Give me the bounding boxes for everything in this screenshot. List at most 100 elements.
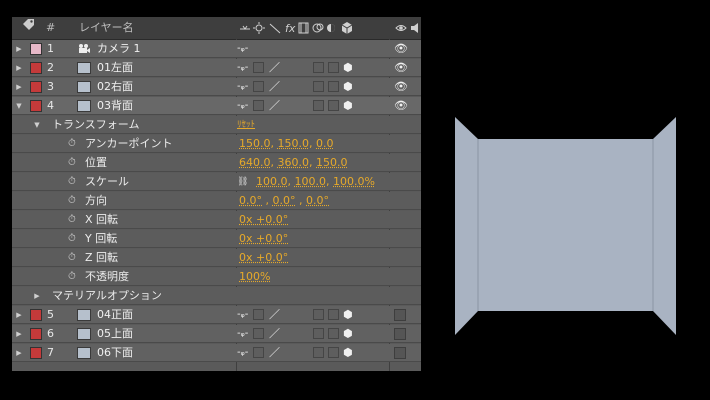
shy-switch-icon[interactable]: -ᵩ- bbox=[237, 325, 251, 343]
layer-name[interactable]: 02右面 bbox=[97, 78, 237, 96]
label-color-swatch[interactable] bbox=[30, 100, 42, 112]
transform-property-row[interactable]: ⏱ 方向 0.0° , 0.0° , 0.0° bbox=[12, 192, 421, 210]
property-value[interactable]: 0.0° , 0.0° , 0.0° bbox=[239, 192, 414, 210]
quality-pen-icon[interactable]: ／ bbox=[269, 78, 283, 96]
stopwatch-icon[interactable]: ⏱ bbox=[68, 268, 80, 286]
collapse-switch[interactable] bbox=[253, 81, 264, 92]
adjustment-switch[interactable] bbox=[328, 328, 339, 339]
motion-blur-switch[interactable] bbox=[313, 328, 324, 339]
quality-pen-icon[interactable]: ／ bbox=[269, 325, 283, 343]
layer-row[interactable]: ▼ 4 03背面 -ᵩ- ／ ⬢ 👁 bbox=[12, 97, 421, 115]
label-color-swatch[interactable] bbox=[30, 328, 42, 340]
expand-triangle-icon[interactable]: ▶ bbox=[14, 306, 24, 324]
collapse-triangle-icon[interactable]: ▼ bbox=[14, 97, 24, 115]
value-scrubber[interactable]: 0.0° bbox=[306, 194, 329, 207]
motion-blur-switch[interactable] bbox=[313, 81, 324, 92]
property-value[interactable]: 100% bbox=[239, 268, 414, 286]
value-scrubber[interactable]: 100.0 bbox=[295, 175, 327, 188]
expand-triangle-icon[interactable]: ▶ bbox=[14, 78, 24, 96]
collapse-switch[interactable] bbox=[253, 62, 264, 73]
reset-link[interactable]: ﾘｾｯﾄ bbox=[237, 116, 297, 134]
stopwatch-icon[interactable]: ⏱ bbox=[68, 230, 80, 248]
label-color-swatch[interactable] bbox=[30, 81, 42, 93]
stopwatch-icon[interactable]: ⏱ bbox=[68, 249, 80, 267]
quality-pen-icon[interactable]: ／ bbox=[269, 97, 283, 115]
transform-property-row[interactable]: ⏱ 不透明度 100% bbox=[12, 268, 421, 286]
motion-blur-switch[interactable] bbox=[313, 62, 324, 73]
visibility-eye-icon[interactable]: 👁 bbox=[394, 59, 408, 77]
stopwatch-icon[interactable]: ⏱ bbox=[68, 173, 80, 191]
layer-row[interactable]: ▶ 7 06下面 -ᵩ- ／ ⬢ bbox=[12, 344, 421, 362]
adjustment-switch[interactable] bbox=[328, 100, 339, 111]
shy-switch-icon[interactable]: -ᵩ- bbox=[237, 306, 251, 324]
value-scrubber[interactable]: 100.0% bbox=[333, 175, 375, 188]
3d-layer-icon[interactable]: ⬢ bbox=[343, 59, 356, 77]
value-scrubber[interactable]: 100% bbox=[239, 270, 270, 283]
3d-layer-icon[interactable]: ⬢ bbox=[343, 78, 356, 96]
adjustment-switch[interactable] bbox=[328, 309, 339, 320]
shy-switch-icon[interactable]: -ᵩ- bbox=[237, 97, 251, 115]
value-scrubber[interactable]: 0.0° bbox=[273, 194, 296, 207]
value-scrubber[interactable]: 360.0 bbox=[278, 156, 310, 169]
layer-row[interactable]: ▶ 1 カメラ 1 -ᵩ- 👁 bbox=[12, 40, 421, 58]
transform-property-row[interactable]: ⏱ Y 回転 0x +0.0° bbox=[12, 230, 421, 248]
quality-pen-icon[interactable]: ／ bbox=[269, 306, 283, 324]
layer-row[interactable]: ▶ 5 04正面 -ᵩ- ／ ⬢ bbox=[12, 306, 421, 324]
transform-property-row[interactable]: ⏱ 位置 640.0, 360.0, 150.0 bbox=[12, 154, 421, 172]
value-scrubber[interactable]: 0.0° bbox=[239, 194, 262, 207]
stopwatch-icon[interactable]: ⏱ bbox=[68, 135, 80, 153]
3d-layer-icon[interactable]: ⬢ bbox=[343, 344, 356, 362]
expand-triangle-icon[interactable]: ▶ bbox=[14, 59, 24, 77]
shy-switch-icon[interactable]: -ᵩ- bbox=[237, 40, 251, 58]
label-color-swatch[interactable] bbox=[30, 43, 42, 55]
label-color-swatch[interactable] bbox=[30, 62, 42, 74]
property-value[interactable]: 0x +0.0° bbox=[239, 230, 414, 248]
stopwatch-icon[interactable]: ⏱ bbox=[68, 192, 80, 210]
constrain-proportions-icon[interactable]: ⛓ bbox=[237, 173, 251, 191]
quality-pen-icon[interactable]: ／ bbox=[269, 59, 283, 77]
transform-property-row[interactable]: ⏱ Z 回転 0x +0.0° bbox=[12, 249, 421, 267]
material-options-row[interactable]: ▶ マテリアルオプション bbox=[12, 287, 421, 305]
expand-triangle-icon[interactable]: ▶ bbox=[32, 287, 42, 305]
tag-icon[interactable] bbox=[22, 17, 36, 39]
layer-name[interactable]: 04正面 bbox=[97, 306, 237, 324]
layer-name[interactable]: 05上面 bbox=[97, 325, 237, 343]
stopwatch-icon[interactable]: ⏱ bbox=[68, 154, 80, 172]
visibility-eye-icon[interactable]: 👁 bbox=[394, 78, 408, 96]
value-scrubber[interactable]: 0x +0.0° bbox=[239, 251, 288, 264]
layer-name[interactable]: カメラ 1 bbox=[97, 40, 237, 58]
property-value[interactable]: 0x +0.0° bbox=[239, 211, 414, 229]
layer-name[interactable]: 06下面 bbox=[97, 344, 237, 362]
quality-pen-icon[interactable]: ／ bbox=[269, 344, 283, 362]
visibility-eye-icon[interactable]: 👁 bbox=[394, 97, 408, 115]
value-scrubber[interactable]: 640.0 bbox=[239, 156, 271, 169]
value-scrubber[interactable]: 100.0 bbox=[256, 175, 288, 188]
layer-row[interactable]: ▶ 3 02右面 -ᵩ- ／ ⬢ 👁 bbox=[12, 78, 421, 96]
value-scrubber[interactable]: 150.0 bbox=[278, 137, 310, 150]
shy-switch-icon[interactable]: -ᵩ- bbox=[237, 78, 251, 96]
transform-group-row[interactable]: ▼ トランスフォーム ﾘｾｯﾄ bbox=[12, 116, 421, 134]
adjustment-switch[interactable] bbox=[328, 62, 339, 73]
label-color-swatch[interactable] bbox=[30, 309, 42, 321]
value-scrubber[interactable]: 0x +0.0° bbox=[239, 213, 288, 226]
value-scrubber[interactable]: 150.0 bbox=[316, 156, 348, 169]
layer-row[interactable]: ▶ 6 05上面 -ᵩ- ／ ⬢ bbox=[12, 325, 421, 343]
property-value[interactable]: 0x +0.0° bbox=[239, 249, 414, 267]
property-value[interactable]: 100.0, 100.0, 100.0% bbox=[256, 173, 421, 191]
value-scrubber[interactable]: 0x +0.0° bbox=[239, 232, 288, 245]
visibility-toggle-off[interactable] bbox=[394, 347, 406, 359]
collapse-switch[interactable] bbox=[253, 347, 264, 358]
motion-blur-switch[interactable] bbox=[313, 100, 324, 111]
layer-name[interactable]: 01左面 bbox=[97, 59, 237, 77]
stopwatch-icon[interactable]: ⏱ bbox=[68, 211, 80, 229]
expand-triangle-icon[interactable]: ▶ bbox=[14, 40, 24, 58]
collapse-switch[interactable] bbox=[253, 100, 264, 111]
visibility-toggle-off[interactable] bbox=[394, 309, 406, 321]
expand-triangle-icon[interactable]: ▶ bbox=[14, 325, 24, 343]
3d-layer-icon[interactable]: ⬢ bbox=[343, 306, 356, 324]
shy-switch-icon[interactable]: -ᵩ- bbox=[237, 59, 251, 77]
expand-triangle-icon[interactable]: ▶ bbox=[14, 344, 24, 362]
3d-layer-icon[interactable]: ⬢ bbox=[343, 325, 356, 343]
property-value[interactable]: 640.0, 360.0, 150.0 bbox=[239, 154, 414, 172]
composition-viewer[interactable] bbox=[440, 110, 690, 345]
